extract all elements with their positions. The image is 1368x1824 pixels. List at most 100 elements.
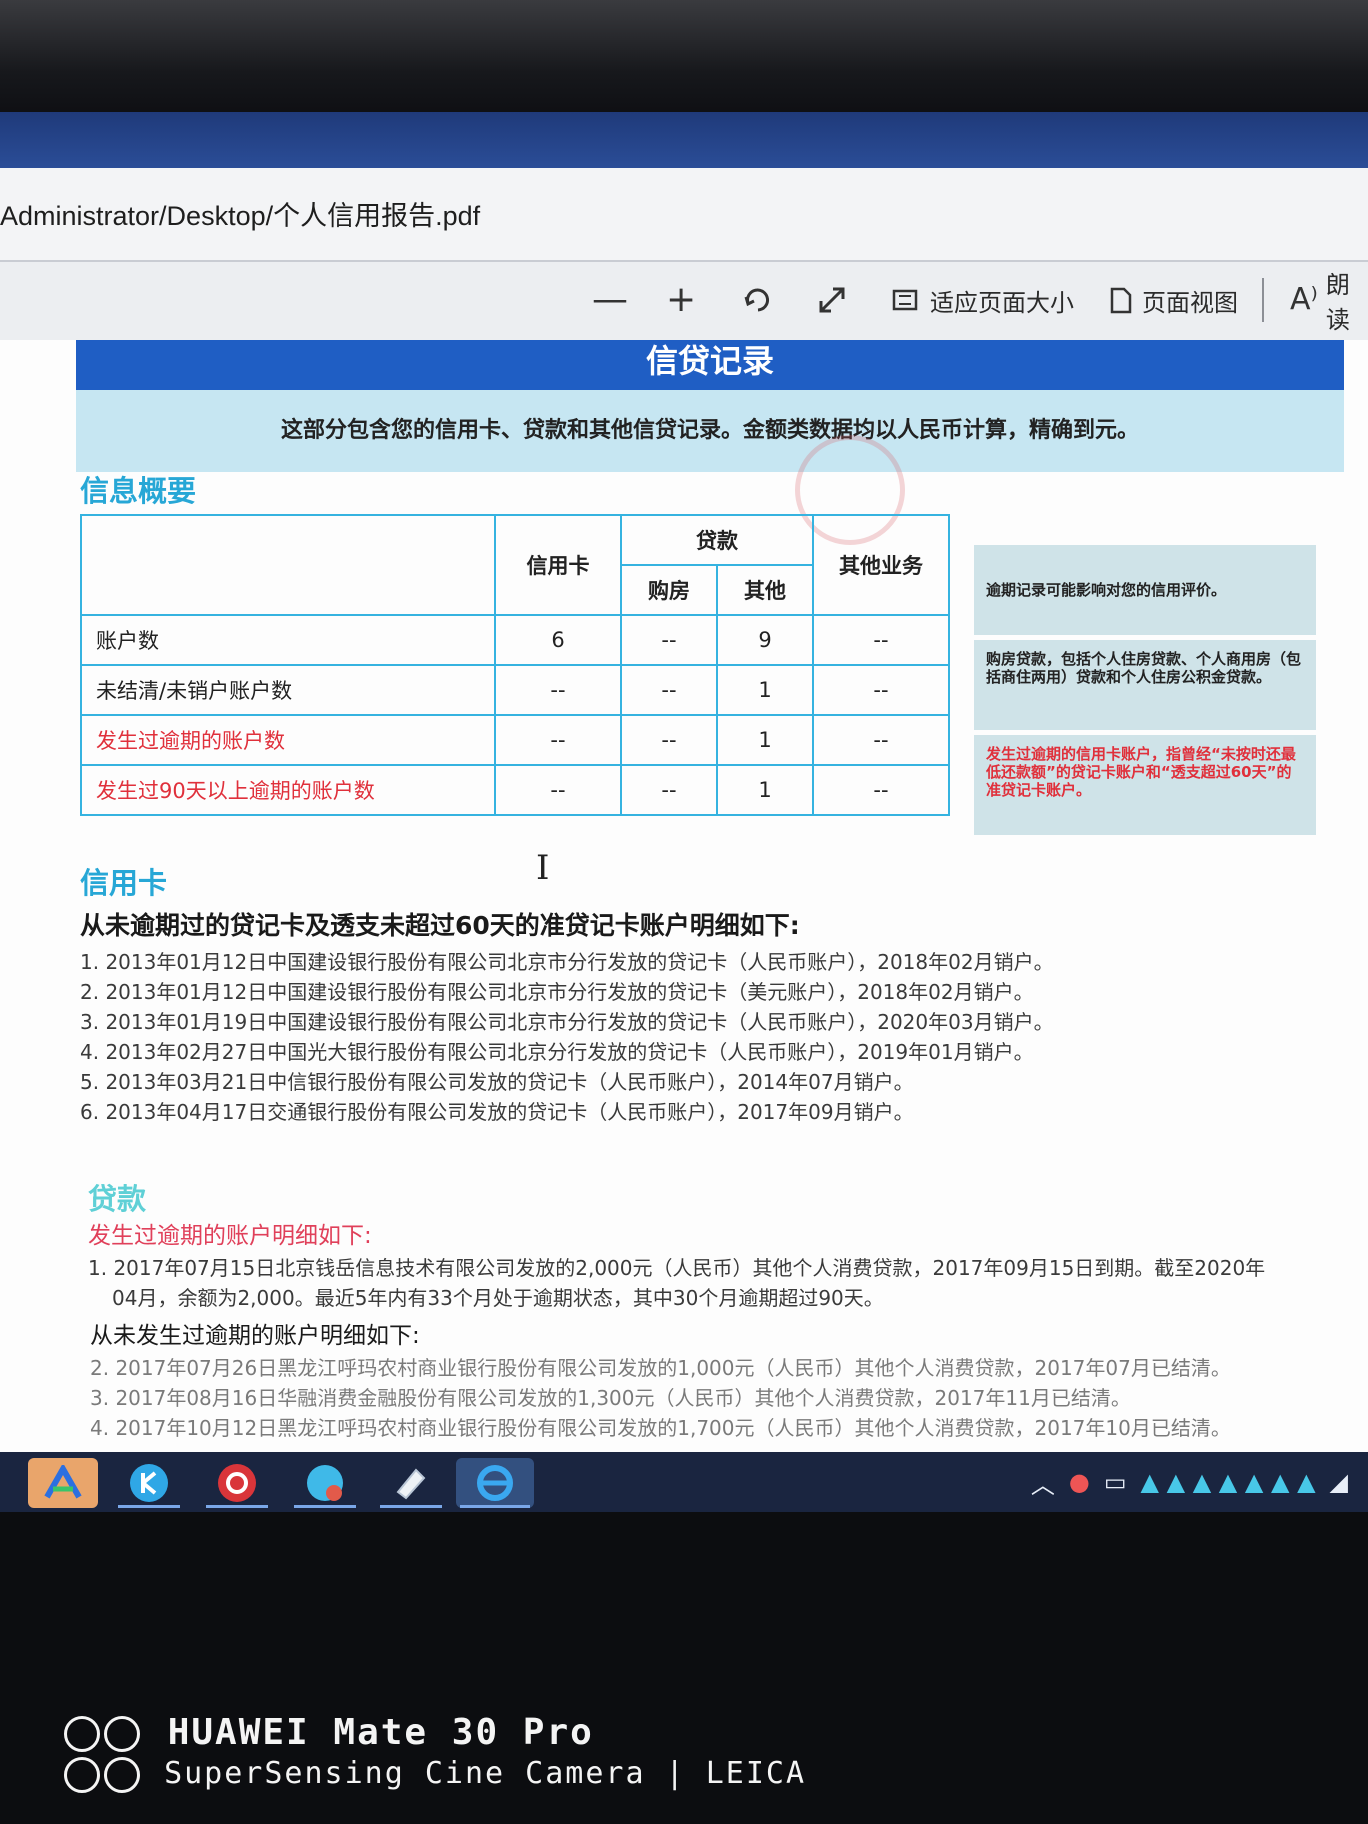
cell: -- [620,614,718,666]
app-k-icon [130,1464,168,1502]
credit-card-intro: 从未逾期过的贷记卡及透支未超过60天的准贷记卡账户明细如下: [80,911,800,940]
fit-page-label: 适应页面大小 [930,288,1074,317]
cell: -- [620,714,718,766]
cell: -- [620,664,718,716]
fit-page-button[interactable]: 适应页面大小 [890,276,1074,324]
app-doc-icon [396,1468,426,1500]
fullscreen-button[interactable] [816,276,848,324]
taskbar-app-6[interactable] [456,1458,534,1508]
tray-app-icon[interactable]: ▲ ▲ ▲ ▲ ▲ ▲ ▲ [1141,1468,1316,1496]
list-item: 5. 2013年03月21日中信银行股份有限公司发放的贷记卡（人民币账户），20… [80,1070,914,1094]
header-other-loan: 其他 [716,564,814,616]
app-browser-icon [307,1465,343,1501]
taskbar-app-3[interactable] [202,1458,272,1508]
read-aloud-button[interactable]: A⁾ 朗读 [1290,271,1368,334]
expand-icon [819,287,845,313]
header-credit-card: 信用卡 [494,514,622,616]
zoom-out-button[interactable]: — [592,276,628,324]
rotate-icon [744,288,770,312]
list-item: 3. 2013年01月19日中国建设银行股份有限公司北京市分行发放的贷记卡（人民… [80,1010,1054,1034]
app-ie-icon [477,1465,513,1501]
table-row: 未结清/未销户账户数 -- -- 1 -- [80,664,950,716]
read-aloud-icon: A⁾ [1290,282,1318,317]
note-home-loan: 购房贷款，包括个人住房贷款、个人商用房（包括商住两用）贷款和个人住房公积金贷款。 [974,640,1316,730]
page-view-icon [1110,287,1132,314]
table-row: 发生过逾期的账户数 -- -- 1 -- [80,714,950,766]
taskbar-app-1[interactable] [28,1458,98,1508]
taskbar-app-4[interactable] [290,1458,360,1508]
cell: 6 [494,614,622,666]
header-home-loan: 购房 [620,564,718,616]
app-active-indicator [380,1505,442,1508]
taskbar-app-5[interactable] [376,1458,446,1508]
cell: -- [812,764,950,816]
cell: 9 [716,614,814,666]
list-item: 2. 2013年01月12日中国建设银行股份有限公司北京市分行发放的贷记卡（美元… [80,980,1034,1004]
overdue-heading: 发生过逾期的账户明细如下: [88,1223,372,1249]
header-other-business: 其他业务 [812,514,950,616]
section-banner: 信贷记录 [76,340,1344,390]
row-label: 未结清/未销户账户数 [80,664,496,716]
battery-icon[interactable]: ▭ [1104,1468,1127,1496]
app-red-icon [218,1464,256,1502]
never-overdue-heading: 从未发生过逾期的账户明细如下: [90,1323,420,1349]
rotate-button[interactable] [740,276,774,324]
text-cursor-icon: I [536,848,550,888]
page-view-label: 页面视图 [1142,288,1238,317]
note-overdue-cards: 发生过逾期的信用卡账户，指曾经“未按时还最低还款额”的贷记卡账户和“透支超过60… [974,735,1316,835]
camera-logo-icon [104,1716,140,1752]
toolbar-divider [1262,278,1264,322]
cell: -- [494,714,622,766]
camera-logo-icon [64,1716,100,1752]
table-corner [80,514,496,616]
table-row: 账户数 6 -- 9 -- [80,614,950,666]
window-frame [0,112,1368,174]
minus-icon: — [592,279,628,320]
row-label: 发生过90天以上逾期的账户数 [80,764,496,816]
cell: -- [812,614,950,666]
list-item: 2. 2017年07月26日黑龙江呼玛农村商业银行股份有限公司发放的1,000元… [90,1356,1231,1380]
camera-model-text: HUAWEI Mate 30 Pro [167,1712,594,1753]
camera-watermark-lens: SuperSensing Cine Camera | LEICA [64,1756,806,1793]
row-label: 账户数 [80,614,496,666]
cell: -- [494,664,622,716]
network-icon[interactable]: ◢ [1330,1468,1348,1496]
loan-heading: 贷款 [88,1182,147,1216]
plus-icon: + [666,279,697,320]
fit-page-icon [892,289,918,311]
address-bar[interactable]: Administrator/Desktop/个人信用报告.pdf [0,168,1368,262]
pdf-toolbar: — + 适应页面大小 页面视图 A⁾ 朗读 [0,262,1368,341]
page-view-button[interactable]: 页面视图 [1106,276,1238,324]
section-description: 这部分包含您的信用卡、贷款和其他信贷记录。金额类数据均以人民币计算，精确到元。 [76,390,1344,472]
monitor-bezel [0,0,1368,120]
cell: 1 [716,764,814,816]
taskbar: ︿ ● ▭ ▲ ▲ ▲ ▲ ▲ ▲ ▲ ◢ [0,1452,1368,1512]
system-tray: ︿ ● ▭ ▲ ▲ ▲ ▲ ▲ ▲ ▲ ◢ [1031,1462,1348,1502]
list-item: 6. 2013年04月17日交通银行股份有限公司发放的贷记卡（人民币账户），20… [80,1100,914,1124]
cell: -- [812,714,950,766]
camera-lens-text: SuperSensing Cine Camera | LEICA [164,1756,807,1791]
list-item: 4. 2013年02月27日中国光大银行股份有限公司北京分行发放的贷记卡（人民币… [80,1040,1034,1064]
taskbar-app-2[interactable] [114,1458,184,1508]
zoom-in-button[interactable]: + [666,276,696,324]
app-active-indicator [460,1505,530,1508]
app-active-indicator [294,1505,356,1508]
tray-app-icon[interactable]: ● [1069,1468,1090,1496]
credit-card-heading: 信用卡 [80,866,168,900]
note-overdue-impact: 逾期记录可能影响对您的信用评价。 [974,545,1316,635]
header-loan: 贷款 [620,514,814,566]
list-item: 04月，余额为2,000。最近5年内有33个月处于逾期状态，其中30个月逾期超过… [112,1286,884,1310]
chevron-up-icon[interactable]: ︿ [1031,1465,1055,1500]
summary-heading: 信息概要 [80,474,197,508]
list-item: 3. 2017年08月16日华融消费金融股份有限公司发放的1,300元（人民币）… [90,1386,1131,1410]
list-item: 4. 2017年10月12日黑龙江呼玛农村商业银行股份有限公司发放的1,700元… [90,1416,1231,1440]
cell: -- [620,764,718,816]
list-item: 1. 2013年01月12日中国建设银行股份有限公司北京市分行发放的贷记卡（人民… [80,950,1054,974]
read-aloud-label: 朗读 [1325,271,1350,334]
cell: 1 [716,664,814,716]
app-active-indicator [118,1505,180,1508]
app-active-indicator [206,1505,268,1508]
cell: 1 [716,714,814,766]
camera-logo-icon [64,1756,100,1793]
cell: -- [494,764,622,816]
